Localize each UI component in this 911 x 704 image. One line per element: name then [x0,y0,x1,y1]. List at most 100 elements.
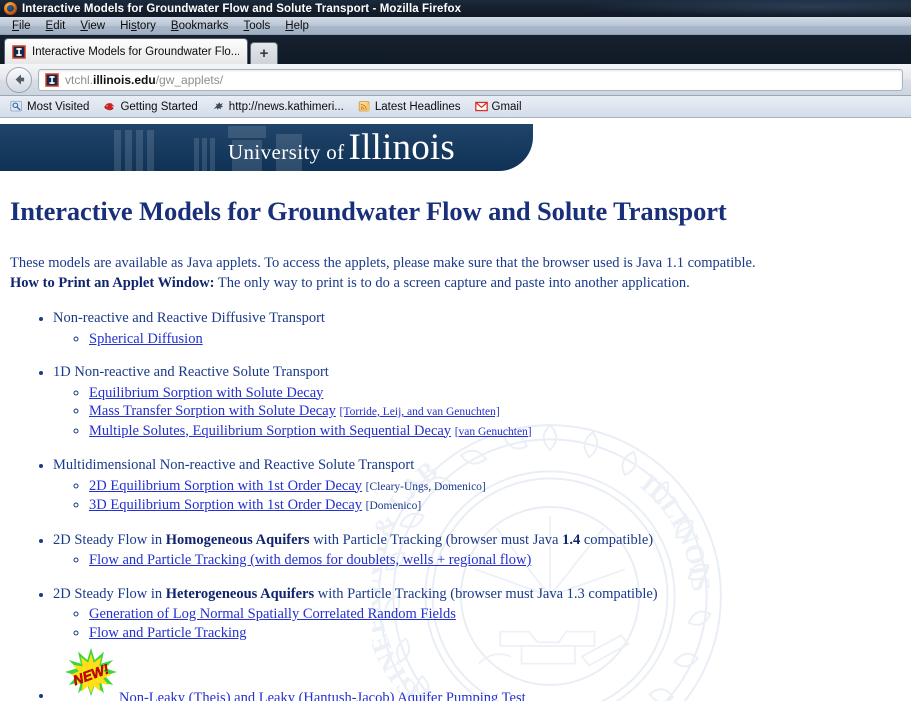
firefox-logo-icon [4,2,17,15]
new-tab-button[interactable]: + [250,42,278,64]
tab-label: Interactive Models for Groundwater Flo..… [32,45,239,58]
firefox-head-icon [104,103,115,111]
section-links: Generation of Log Normal Spatially Corre… [89,605,901,642]
link-3d-equilibrium-authors: [Domenico] [365,500,422,512]
link-multiple-solutes-sequential-decay[interactable]: Multiple Solutes, Equilibrium Sorption w… [89,423,451,439]
section-links: 2D Equilibrium Sorption with 1st Order D… [89,477,901,516]
section-heading-post2: compatible) [580,531,654,548]
navigation-toolbar: vtchl.illinois.edu/gw_applets/ [0,64,911,96]
section-multidimensional-transport: Multidimensional Non-reactive and Reacti… [53,456,901,516]
kathimerini-icon [213,102,223,110]
link-equilibrium-sorption-solute-decay[interactable]: Equilibrium Sorption with Solute Decay [89,385,323,401]
section-heading: Non-reactive and Reactive Diffusive Tran… [53,310,325,326]
section-heading-pre: 2D Steady Flow in [53,531,166,548]
section-diffusive-transport: Non-reactive and Reactive Diffusive Tran… [53,309,901,348]
link-2d-equilibrium-authors: [Cleary-Ungs, Domenico] [365,480,486,493]
url-text: vtchl.illinois.edu/gw_applets/ [65,73,223,87]
menu-view[interactable]: View [73,18,112,34]
banner-text: University of Illinois [228,129,455,166]
banner-line-small: University of [227,140,345,164]
page-content: Interactive Models for Groundwater Flow … [0,196,911,701]
menu-help[interactable]: Help [278,18,316,34]
link-flow-particle-tracking-demos[interactable]: Flow and Particle Tracking (with demos f… [89,552,531,568]
section-heading-bold: Heterogeneous Aquifers [165,585,315,602]
list-item: Spherical Diffusion [89,330,901,349]
link-mass-transfer-sorption-authors[interactable]: [Torride, Leij, and van Genuchten] [340,406,500,418]
section-heading: Multidimensional Non-reactive and Reacti… [53,457,415,473]
window-title: Interactive Models for Groundwater Flow … [22,2,462,15]
list-item: Generation of Log Normal Spatially Corre… [89,605,901,624]
intro-label-print: How to Print an Applet Window: [10,274,215,291]
most-visited-icon [10,100,22,112]
bookmark-getting-started[interactable]: Getting Started [98,99,202,114]
link-log-normal-random-fields[interactable]: Generation of Log Normal Spatially Corre… [89,606,456,622]
section-heading-java-version: 1.4 [562,531,581,548]
bookmark-most-visited[interactable]: Most Visited [5,99,94,114]
section-heterogeneous-aquifers: 2D Steady Flow in Heterogeneous Aquifers… [53,585,901,643]
link-multiple-solutes-authors[interactable]: [van Genuchten] [455,426,532,438]
menu-bookmarks[interactable]: Bookmarks [164,18,236,34]
window-titlebar: Interactive Models for Groundwater Flow … [0,0,911,17]
bookmark-latest-headlines[interactable]: Latest Headlines [353,99,466,114]
section-links: Flow and Particle Tracking (with demos f… [89,551,901,570]
bookmark-label: Latest Headlines [374,100,461,113]
illinois-i-favicon [45,72,59,87]
link-pumping-test[interactable]: Non-Leaky (Theis) and Leaky (Hantush-Jac… [119,689,526,701]
bookmark-label: Most Visited [27,100,90,113]
section-links: Spherical Diffusion [89,330,901,349]
back-arrow-icon [15,74,24,85]
url-path: /gw_applets/ [155,72,224,87]
new-starburst-icon: NEW! [65,647,117,697]
new-row: NEW! Non-Leaky (Theis) and Leaky (Hantus… [53,647,526,701]
section-homogeneous-aquifers: 2D Steady Flow in Homogeneous Aquifers w… [53,531,901,570]
link-2d-equilibrium-sorption[interactable]: 2D Equilibrium Sorption with 1st Order D… [89,478,362,494]
tab-active[interactable]: Interactive Models for Groundwater Flo..… [4,38,248,64]
model-sections-list: Non-reactive and Reactive Diffusive Tran… [53,309,901,701]
gmail-icon [474,101,488,112]
bookmark-gmail[interactable]: Gmail [470,99,527,114]
tab-strip: Interactive Models for Groundwater Flo..… [0,35,911,64]
list-item: Flow and Particle Tracking [89,624,901,643]
url-bar[interactable]: vtchl.illinois.edu/gw_applets/ [38,68,903,91]
link-mass-transfer-sorption[interactable]: Mass Transfer Sorption with Solute Decay [89,403,336,419]
bookmark-label: http://news.kathimeri... [228,100,344,113]
list-item: Multiple Solutes, Equilibrium Sorption w… [89,422,901,442]
back-button[interactable] [6,66,32,93]
page-title: Interactive Models for Groundwater Flow … [10,196,727,226]
section-pumping-test: NEW! Non-Leaky (Theis) and Leaky (Hantus… [53,647,901,701]
bookmark-label: Gmail [491,100,522,113]
intro-paragraph: These models are available as Java apple… [10,254,901,293]
link-3d-equilibrium-sorption[interactable]: 3D Equilibrium Sorption with 1st Order D… [89,497,362,513]
list-item: 3D Equilibrium Sorption with 1st Order D… [89,496,901,516]
section-heading-post: with Particle Tracking (browser must Jav… [314,585,658,602]
page-viewport: ILLINOIS ENGINEERING & LABORATORY [0,118,911,701]
bookmarks-toolbar: Most Visited Getting Started http://news… [0,96,911,118]
intro-line-1: These models are available as Java apple… [10,255,756,271]
rss-feed-icon [358,101,370,112]
university-banner: University of Illinois [0,124,533,171]
menu-file[interactable]: File [5,18,38,34]
section-heading-bold: Homogeneous Aquifers [165,531,310,548]
menu-edit[interactable]: Edit [39,18,73,34]
intro-text-print: The only way to print is to do a screen … [217,274,690,291]
illinois-i-favicon [12,44,26,59]
link-flow-particle-tracking[interactable]: Flow and Particle Tracking [89,625,246,641]
link-spherical-diffusion[interactable]: Spherical Diffusion [89,331,203,347]
bookmark-kathimerini[interactable]: http://news.kathimeri... [207,99,349,114]
menu-bar: File Edit View History Bookmarks Tools H… [0,17,911,35]
menu-history[interactable]: History [113,18,163,34]
list-item: Equilibrium Sorption with Solute Decay [89,384,901,403]
url-host: illinois.edu [93,72,156,87]
menu-tools[interactable]: Tools [236,18,277,34]
section-heading-post: with Particle Tracking (browser must Jav… [309,531,563,548]
section-heading-pre: 2D Steady Flow in [53,585,166,602]
section-heading: 1D Non-reactive and Reactive Solute Tran… [53,364,329,380]
intro-line-2: How to Print an Applet Window: The only … [10,274,901,294]
url-host-prefix: vtchl. [65,72,94,87]
list-item: 2D Equilibrium Sorption with 1st Order D… [89,477,901,497]
list-item: Flow and Particle Tracking (with demos f… [89,551,901,570]
banner-line-big: Illinois [348,127,455,168]
section-1d-solute-transport: 1D Non-reactive and Reactive Solute Tran… [53,363,901,441]
section-links: Equilibrium Sorption with Solute Decay M… [89,384,901,442]
bookmark-label: Getting Started [120,100,198,113]
